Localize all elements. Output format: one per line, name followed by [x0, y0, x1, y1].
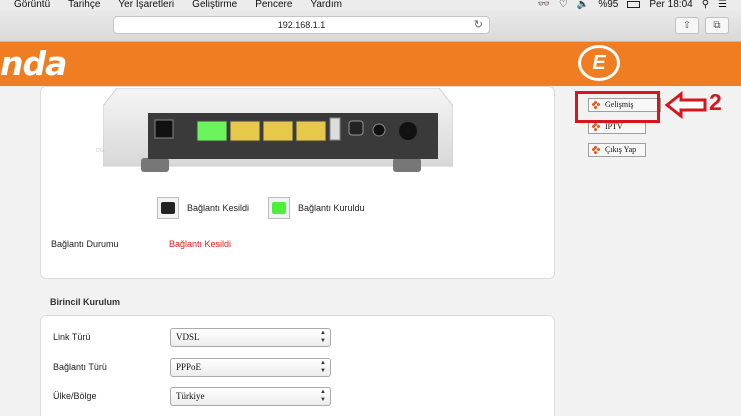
app-menus: Görüntü Tarihçe Yer İşaretleri Geliştirm… [14, 0, 342, 10]
address-bar[interactable]: 192.168.1.1 ↻ [113, 16, 490, 34]
select-arrows-icon: ▲ ▼ [320, 360, 326, 374]
brand-logo: nda [0, 44, 67, 83]
country-region-select[interactable]: Türkiye ▲ ▼ [170, 387, 331, 406]
select-arrows-icon: ▲ ▼ [320, 330, 326, 344]
macos-menubar: Görüntü Tarihçe Yer İşaretleri Geliştirm… [0, 0, 741, 10]
port-label-dsl: DSL [96, 148, 106, 154]
legend-connected: Bağlantı Kuruldu [268, 197, 365, 219]
isp-logo: E [578, 45, 620, 81]
legend-disconnected: Bağlantı Kesildi [157, 197, 249, 219]
tabs-icon: ⧉ [713, 20, 721, 31]
share-icon: ⇧ [682, 20, 692, 31]
logout-button-label: Çıkış Yap [605, 145, 637, 154]
menubar-clock[interactable]: Per 18:04 [649, 0, 692, 10]
status-panel: DSL Bağlantı Kesildi Bağlantı Kuruldu Ba… [40, 86, 555, 279]
router-header: nda E [0, 42, 741, 86]
connection-status-label: Bağlantı Durumu [51, 239, 119, 249]
share-button[interactable]: ⇧ [675, 17, 699, 34]
legend-connected-label: Bağlantı Kuruldu [298, 203, 365, 213]
iptv-button-label: IPTV [605, 122, 623, 131]
flower-icon [592, 146, 600, 154]
browser-toolbar: 192.168.1.1 ↻ ⇧ ⧉ [0, 10, 741, 42]
link-type-label: Link Türü [53, 332, 91, 342]
menu-bookmarks[interactable]: Yer İşaretleri [118, 0, 174, 10]
legend-disconnected-label: Bağlantı Kesildi [187, 203, 250, 213]
search-icon[interactable]: ⚲ [702, 0, 709, 10]
annotation-highlight-box [575, 91, 660, 123]
connection-status-value: Bağlantı Kesildi [169, 239, 232, 249]
menu-list-icon[interactable]: ☰ [718, 0, 727, 10]
menu-view[interactable]: Görüntü [14, 0, 50, 10]
menu-develop[interactable]: Geliştirme [192, 0, 237, 10]
menu-history[interactable]: Tarihçe [68, 0, 100, 10]
connection-type-label: Bağlantı Türü [53, 362, 107, 372]
connection-type-value: PPPoE [176, 362, 202, 372]
tabs-button[interactable]: ⧉ [705, 17, 729, 34]
section-title-primary-setup: Birincil Kurulum [50, 297, 121, 307]
select-arrows-icon: ▲ ▼ [320, 389, 326, 403]
menubar-status: 👓 ♡ 🔈 %95 Per 18:04 ⚲ ☰ [537, 0, 727, 10]
connection-type-select[interactable]: PPPoE ▲ ▼ [170, 358, 331, 377]
wifi-icon[interactable]: ♡ [559, 0, 568, 10]
ethernet-disconnected-icon [157, 197, 179, 219]
country-region-label: Ülke/Bölge [53, 391, 97, 401]
primary-setup-panel: Link Türü VDSL ▲ ▼ Bağlantı Türü PPPoE ▲ ▼… [40, 315, 555, 416]
glasses-icon[interactable]: 👓 [537, 0, 549, 10]
battery-percent: %95 [598, 0, 619, 10]
url-text: 192.168.1.1 [277, 20, 326, 30]
link-type-select[interactable]: VDSL ▲ ▼ [170, 328, 331, 347]
menu-window[interactable]: Pencere [255, 0, 292, 10]
router-rear-illustration [103, 88, 453, 172]
ethernet-connected-icon [268, 197, 290, 219]
annotation-number: 2 [709, 89, 722, 115]
menu-help[interactable]: Yardım [310, 0, 342, 10]
battery-icon[interactable] [627, 1, 641, 8]
country-region-value: Türkiye [176, 391, 205, 401]
link-type-value: VDSL [176, 332, 200, 342]
reload-icon[interactable]: ↻ [474, 17, 483, 33]
volume-icon[interactable]: 🔈 [577, 0, 589, 10]
logout-button[interactable]: Çıkış Yap [588, 143, 646, 157]
isp-logo-letter: E [592, 52, 606, 74]
annotation-arrow-icon [664, 91, 707, 119]
flower-icon [592, 123, 600, 131]
